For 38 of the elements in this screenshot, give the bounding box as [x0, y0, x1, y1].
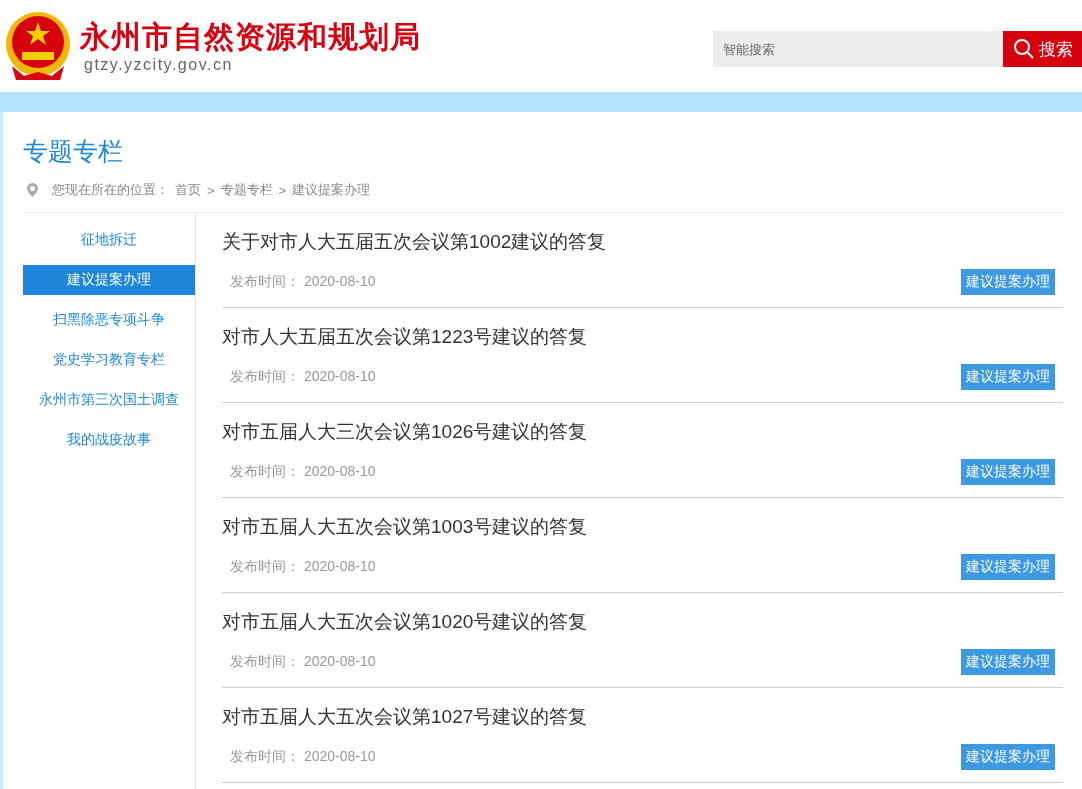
publish-date: 发布时间： 2020-08-10 — [230, 463, 376, 481]
breadcrumb-link[interactable]: 专题专栏 — [220, 181, 273, 199]
breadcrumb-link[interactable]: 建议提案办理 — [292, 181, 371, 199]
publish-date: 发布时间： 2020-08-10 — [230, 558, 376, 576]
breadcrumb-link[interactable]: 首页 — [175, 181, 201, 199]
section-title: 专题专栏 — [23, 136, 124, 167]
article-title[interactable]: 对市五届人大五次会议第1027号建议的答复 — [222, 704, 588, 730]
site-url: gtzy.yzcity.gov.cn — [83, 56, 234, 74]
search-button[interactable]: 搜索 — [1003, 31, 1082, 67]
publish-date: 发布时间： 2020-08-10 — [230, 368, 376, 386]
search-field[interactable]: 智能搜索 — [713, 31, 1003, 67]
emblem-icon — [4, 10, 72, 82]
category-tag[interactable]: 建议提案办理 — [961, 364, 1055, 390]
article-title[interactable]: 对市五届人大五次会议第1020号建议的答复 — [222, 609, 588, 635]
category-tag[interactable]: 建议提案办理 — [961, 554, 1055, 580]
sidebar-item[interactable]: 我的战疫故事 — [23, 425, 195, 455]
publish-date: 发布时间： 2020-08-10 — [230, 653, 376, 671]
search-icon — [1012, 38, 1035, 60]
article-title[interactable]: 对市五届人大三次会议第1026号建议的答复 — [222, 419, 588, 445]
breadcrumb-separator: > — [207, 182, 215, 198]
sidebar-item[interactable]: 征地拆迁 — [23, 225, 195, 255]
site-title: 永州市自然资源和规划局 — [80, 18, 421, 56]
location-pin-icon — [27, 183, 38, 197]
category-tag[interactable]: 建议提案办理 — [961, 269, 1055, 295]
sidebar-item[interactable]: 党史学习教育专栏 — [23, 345, 195, 375]
category-tag[interactable]: 建议提案办理 — [961, 459, 1055, 485]
sidebar-item[interactable]: 扫黑除恶专项斗争 — [23, 305, 195, 335]
article-title[interactable]: 关于对市人大五届五次会议第1002建议的答复 — [222, 229, 607, 255]
article-title[interactable]: 对市人大五届五次会议第1223号建议的答复 — [222, 324, 588, 350]
breadcrumb-separator: > — [278, 182, 287, 198]
sidebar-item[interactable]: 永州市第三次国土调查 — [23, 385, 195, 415]
breadcrumb-label: 您现在所在的位置： — [52, 181, 169, 199]
category-tag[interactable]: 建议提案办理 — [961, 649, 1055, 675]
publish-date: 发布时间： 2020-08-10 — [230, 273, 376, 291]
publish-date: 发布时间： 2020-08-10 — [230, 748, 376, 766]
article-title[interactable]: 对市五届人大五次会议第1003号建议的答复 — [222, 514, 588, 540]
sidebar-item[interactable]: 建议提案办理 — [23, 265, 195, 295]
category-tag[interactable]: 建议提案办理 — [961, 744, 1055, 770]
